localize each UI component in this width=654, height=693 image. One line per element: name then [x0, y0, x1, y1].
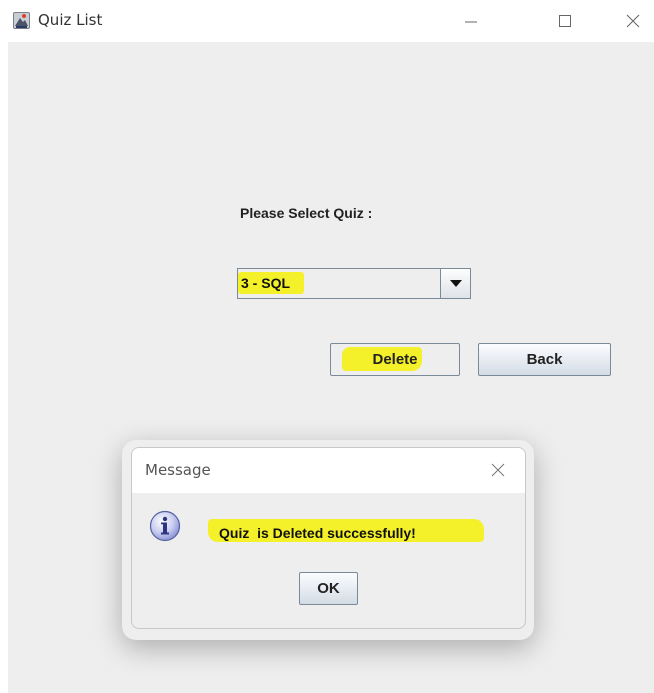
maximize-icon: [559, 15, 571, 27]
quiz-select-value: 3 - SQL: [241, 275, 291, 291]
dialog-title: Message: [145, 461, 211, 479]
dialog-close-button[interactable]: [484, 457, 512, 483]
quiz-select[interactable]: 3 - SQL: [237, 268, 471, 299]
ok-button-label: OK: [317, 580, 340, 597]
dropdown-arrow-button[interactable]: [440, 269, 470, 298]
window-close-button[interactable]: [610, 0, 654, 42]
chevron-down-icon: [449, 279, 462, 287]
delete-button-label: Delete: [372, 351, 418, 368]
minimize-icon: [465, 21, 477, 23]
delete-button[interactable]: Delete: [330, 343, 460, 376]
window-title: Quiz List: [38, 11, 103, 29]
java-app-icon: [12, 11, 31, 30]
minimize-button[interactable]: [448, 0, 494, 42]
window-titlebar: Quiz List: [0, 0, 654, 42]
select-quiz-label: Please Select Quiz :: [240, 205, 373, 221]
back-button[interactable]: Back: [478, 343, 611, 376]
ok-button[interactable]: OK: [299, 572, 358, 605]
close-icon: [626, 14, 640, 28]
dialog-titlebar: Message: [132, 448, 525, 493]
maximize-button[interactable]: [542, 0, 588, 42]
close-icon: [491, 463, 505, 477]
info-icon: [149, 510, 181, 542]
message-dialog: Message Quiz is Deleted successfully! OK: [131, 447, 526, 629]
back-button-label: Back: [526, 351, 563, 368]
dialog-message: Quiz is Deleted successfully!: [219, 525, 416, 541]
